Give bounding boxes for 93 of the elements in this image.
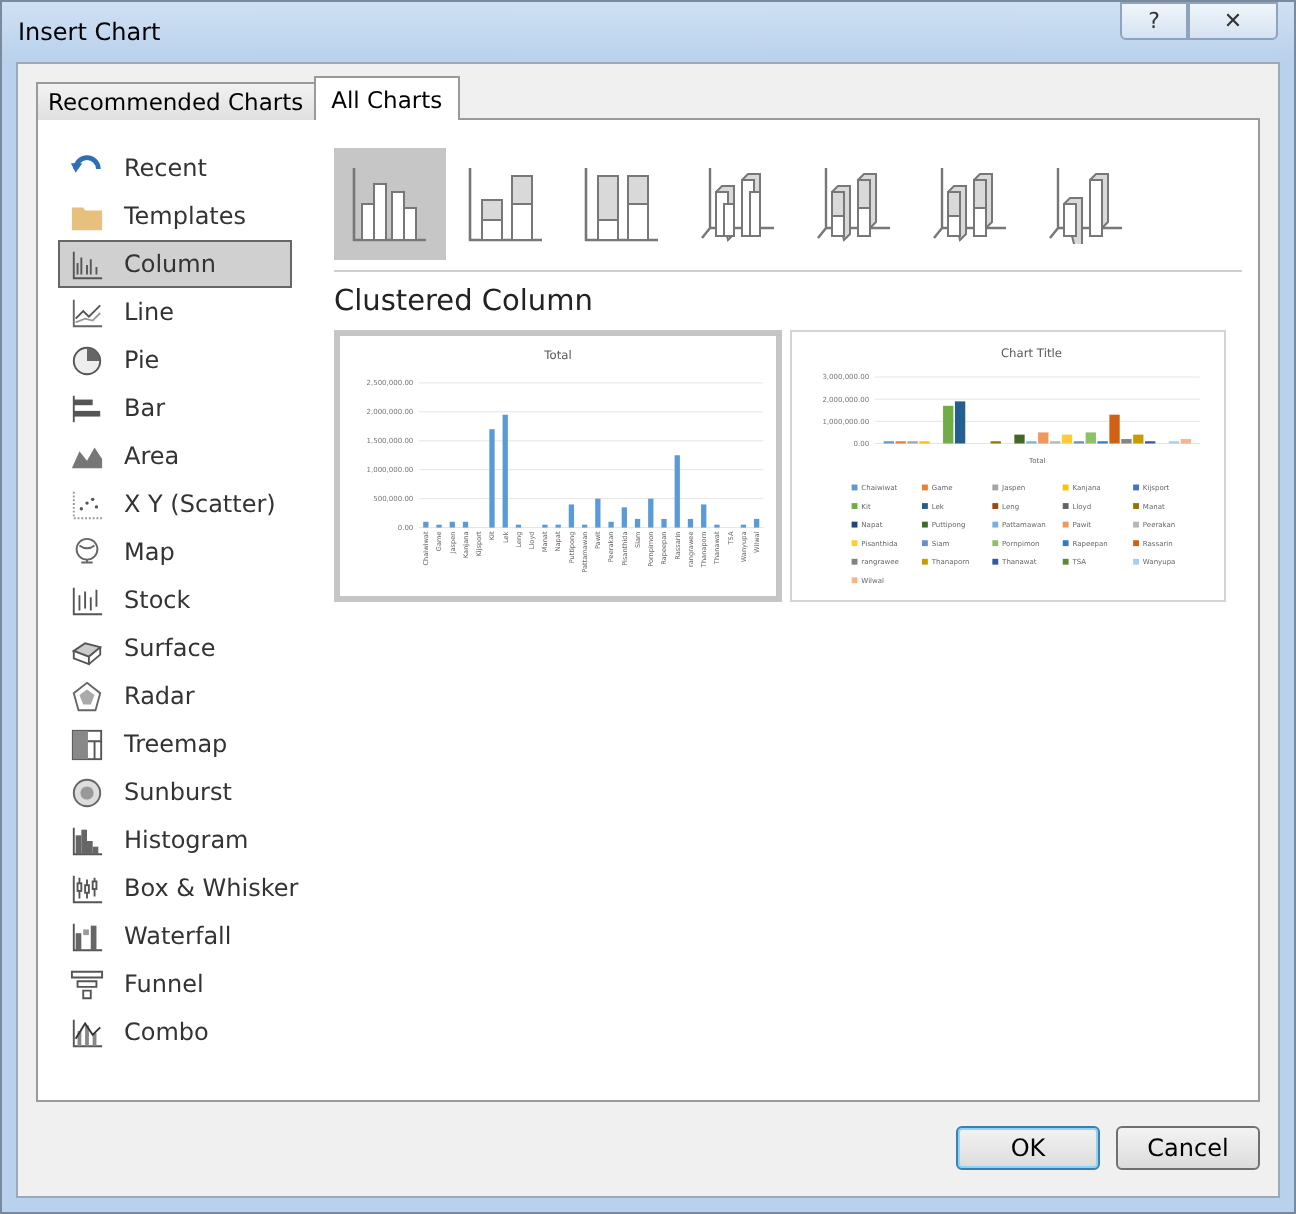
column-chart-icon (698, 164, 778, 244)
chart-type-item[interactable]: Pie (58, 336, 292, 384)
chart-type-item[interactable]: Templates (58, 192, 292, 240)
bar (621, 507, 627, 528)
chart-subtype-button[interactable] (334, 148, 446, 260)
box-plot-icon (70, 871, 104, 905)
legend-swatch (922, 558, 928, 565)
chart-type-item[interactable]: X Y (Scatter) (58, 480, 292, 528)
line-chart-icon (70, 295, 104, 329)
legend-swatch (851, 521, 858, 528)
help-button[interactable]: ? (1120, 2, 1188, 40)
chart-type-item[interactable]: Radar (58, 672, 292, 720)
column-chart-icon (70, 823, 104, 857)
funnel-icon (70, 967, 104, 1001)
chart-preview[interactable] (790, 330, 1226, 602)
bar (489, 429, 495, 528)
column-chart-icon (70, 583, 104, 617)
bar (423, 521, 429, 528)
chart-type-item[interactable]: Stock (58, 576, 292, 624)
column-chart-icon (70, 919, 104, 953)
bar-chart-icon (70, 391, 104, 425)
dialog-button[interactable]: OK (956, 1126, 1100, 1170)
chart-type-item[interactable]: Sunburst (58, 768, 292, 816)
legend-swatch (1062, 503, 1069, 509)
legend-swatch (992, 540, 999, 547)
legend-swatch (992, 484, 999, 491)
legend-swatch (1133, 484, 1139, 491)
legend-swatch (922, 484, 928, 491)
legend-swatch (851, 484, 858, 491)
legend-swatch (851, 540, 858, 547)
bar (701, 504, 707, 528)
dialog-button[interactable]: Cancel (1116, 1126, 1260, 1170)
bar (608, 521, 614, 528)
legend-swatch (851, 558, 858, 565)
treemap-icon (70, 727, 104, 761)
chart-type-item[interactable]: Line (58, 288, 292, 336)
legend-swatch (851, 577, 858, 584)
column-chart-icon (466, 164, 546, 244)
legend-swatch (992, 558, 999, 565)
column-chart-icon (582, 164, 662, 244)
legend-swatch (922, 540, 928, 547)
chart-preview[interactable] (334, 330, 782, 602)
legend-swatch (922, 521, 928, 528)
column-chart-icon (1046, 164, 1126, 244)
column-chart-icon (350, 164, 430, 244)
chart-type-item[interactable]: Area (58, 432, 292, 480)
column-chart-icon (814, 164, 894, 244)
chart-type-item[interactable]: Funnel (58, 960, 292, 1008)
legend-swatch (1062, 484, 1069, 491)
legend-swatch (1133, 503, 1139, 509)
legend-swatch (922, 503, 928, 509)
legend-swatch (1062, 558, 1069, 565)
chart-type-item[interactable]: Histogram (58, 816, 292, 864)
bar (754, 518, 760, 528)
bar (595, 498, 601, 528)
legend-swatch (1133, 540, 1139, 547)
chart-type-item[interactable]: Waterfall (58, 912, 292, 960)
chart-type-item[interactable]: Treemap (58, 720, 292, 768)
bar (661, 518, 667, 528)
legend-swatch (1062, 521, 1069, 528)
legend-swatch (851, 503, 858, 509)
legend-swatch (1062, 540, 1069, 547)
bar (687, 518, 694, 528)
scatter-chart-icon (70, 487, 104, 521)
legend-swatch (1133, 558, 1139, 565)
globe-icon (70, 535, 104, 569)
bar (648, 498, 654, 528)
chart-type-item[interactable]: Recent (58, 144, 292, 192)
sunburst-icon (70, 775, 104, 809)
window-title: Insert Chart (18, 18, 161, 46)
chart-type-item[interactable]: Bar (58, 384, 292, 432)
tab[interactable]: All Charts (313, 76, 461, 120)
radar-chart-icon (70, 679, 104, 713)
chart-type-item[interactable]: Combo (58, 1008, 292, 1056)
pie-chart-icon (70, 343, 104, 377)
column-chart-icon (930, 164, 1010, 244)
close-button[interactable]: ✕ (1188, 2, 1278, 40)
chart-type-item[interactable]: Map (58, 528, 292, 576)
legend-swatch (1133, 521, 1139, 528)
chart-type-item[interactable]: Column (58, 240, 292, 288)
chart-type-item[interactable]: Surface (58, 624, 292, 672)
bar (462, 521, 469, 528)
chart-subtype-title: Clustered Column (334, 286, 595, 318)
bar (568, 504, 575, 528)
bar (634, 518, 641, 528)
legend-swatch (992, 503, 999, 509)
bar (502, 414, 508, 528)
tab[interactable]: Recommended Charts (36, 82, 316, 120)
bar (674, 455, 680, 528)
column-chart-icon (70, 1015, 104, 1049)
column-chart-icon (70, 247, 104, 281)
bar (449, 521, 455, 528)
legend-swatch (992, 521, 999, 528)
